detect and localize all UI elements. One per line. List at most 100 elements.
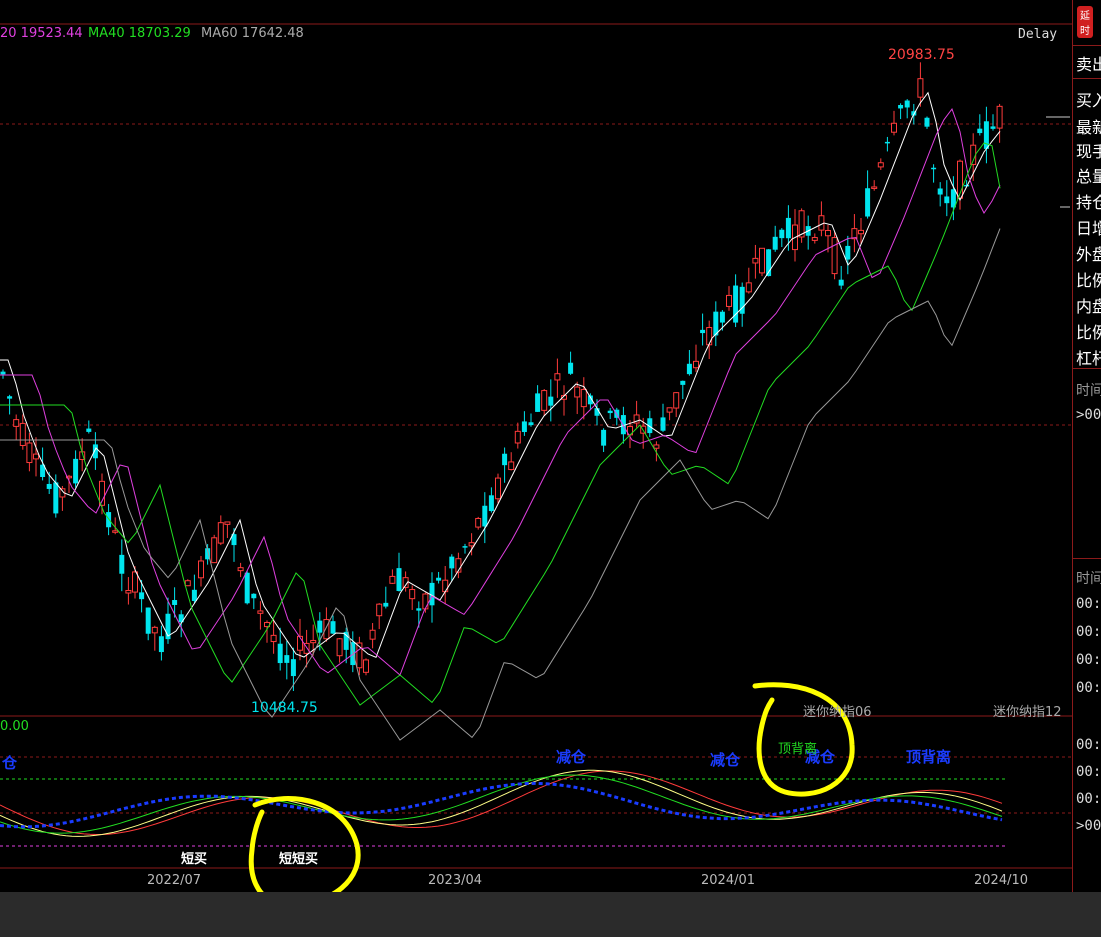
candle-body <box>700 329 706 334</box>
candle-body <box>706 327 713 346</box>
signal-reduce-1: 减仓 <box>556 748 587 766</box>
candle-body <box>224 521 231 525</box>
ma20-line <box>0 107 1001 676</box>
panel-item-current-hand: 现手 <box>1076 142 1101 161</box>
candle-body <box>33 453 39 460</box>
candle-body <box>977 128 983 134</box>
candle-body <box>119 554 125 574</box>
candle-body <box>990 126 996 129</box>
candle-body <box>568 362 574 374</box>
candle-body <box>825 229 831 237</box>
panel-item-ratio-2: 比例 <box>1076 323 1101 342</box>
high-price-label: 20983.75 <box>888 47 955 63</box>
candle-body <box>877 162 884 168</box>
candle-body <box>19 422 26 446</box>
oscillator-green-line <box>0 774 1003 834</box>
candle-body <box>310 639 317 644</box>
candle-body <box>733 285 739 323</box>
candle-body <box>251 593 257 599</box>
signal-short-buy-1: 短买 <box>181 852 208 867</box>
candle-body <box>785 217 791 239</box>
candle-body <box>217 522 224 544</box>
candle-body <box>924 117 930 127</box>
candle-body <box>548 396 554 406</box>
signal-top-divergence-2: 顶背离 <box>906 748 952 766</box>
candle-body <box>145 607 151 634</box>
candle-body <box>422 593 429 610</box>
candle-body <box>871 186 878 189</box>
candle-body <box>330 621 336 634</box>
candle-body <box>475 517 482 528</box>
time-cell: >00: <box>1076 407 1101 423</box>
candle-body <box>719 311 725 323</box>
panel-item-sell[interactable]: 卖出 <box>1076 51 1101 75</box>
candlestick-chart[interactable]: 20 19523.44 MA40 18703.29 MA60 17642.48 … <box>0 0 1093 892</box>
panel-item-ratio-1: 比例 <box>1076 271 1101 290</box>
candle-body <box>752 257 759 264</box>
candle-body <box>73 458 79 484</box>
candle-body <box>92 444 98 459</box>
time-cell: 00: <box>1076 737 1101 753</box>
candle-body <box>0 371 6 375</box>
panel-item-inner: 内盘 <box>1076 297 1101 316</box>
candle-body <box>468 542 475 547</box>
contract-label-06: 迷你纳指06 <box>803 705 872 720</box>
candle-body <box>158 636 164 653</box>
candle-body <box>521 421 527 433</box>
candle-body <box>376 603 383 617</box>
x-tick-2023-04: 2023/04 <box>428 873 483 888</box>
candle-body <box>237 567 244 572</box>
ma40-label: MA40 18703.29 <box>88 26 191 41</box>
candle-body <box>53 482 59 514</box>
candle-body <box>7 396 13 399</box>
candle-body <box>389 575 396 584</box>
candle-body <box>944 196 950 204</box>
candle-body <box>436 577 442 581</box>
candle-body <box>106 512 112 528</box>
candle-body <box>13 419 20 427</box>
candle-body <box>184 580 191 587</box>
panel-item-buy[interactable]: 买入 <box>1076 87 1101 111</box>
candle-body <box>574 386 581 398</box>
candle-body <box>858 229 864 235</box>
candle-body <box>996 105 1003 129</box>
candle-body <box>198 560 204 579</box>
candle-body <box>831 237 838 275</box>
candle-body <box>772 236 778 250</box>
panel-item-leverage: 杠杆 <box>1076 349 1101 368</box>
candle-body <box>666 407 673 413</box>
candle-body <box>660 417 666 431</box>
signal-short-buy-2: 短短买 <box>279 852 319 867</box>
panel-item-latest: 最新 <box>1076 118 1101 137</box>
candle-body <box>607 410 613 414</box>
candle-body <box>244 572 250 604</box>
panel-item-outer: 外盘 <box>1076 245 1101 264</box>
candle-body <box>396 568 402 591</box>
candle-body <box>653 444 660 449</box>
candle-body <box>297 635 303 651</box>
candle-body <box>343 631 349 650</box>
candle-body <box>686 363 692 375</box>
candle-body <box>917 78 924 98</box>
low-price-label: 10484.75 <box>251 700 318 716</box>
candle-body <box>891 122 897 133</box>
candle-body <box>442 579 449 593</box>
time-header-1: 时间 <box>1076 383 1101 399</box>
candle-body <box>779 229 785 239</box>
candle-body <box>172 600 178 605</box>
candle-body <box>284 655 290 663</box>
candle-body <box>726 294 732 307</box>
candle-body <box>290 659 296 677</box>
time-cell: 00: <box>1076 596 1101 612</box>
candle-body <box>502 453 508 466</box>
time-cell: 00: <box>1076 791 1101 807</box>
candle-body <box>601 429 607 446</box>
quote-side-panel: 卖出 买入 最新 现手 总量 持仓 日增 外盘 比例 内盘 比例 杠杆 时间 >… <box>1072 0 1101 892</box>
candle-body <box>759 247 765 274</box>
candle-body <box>845 245 851 260</box>
candle-body <box>125 589 132 594</box>
candle-body <box>541 390 548 411</box>
candle-body <box>449 556 455 569</box>
candle-body <box>884 141 890 144</box>
time-cell: >00: <box>1076 818 1101 834</box>
